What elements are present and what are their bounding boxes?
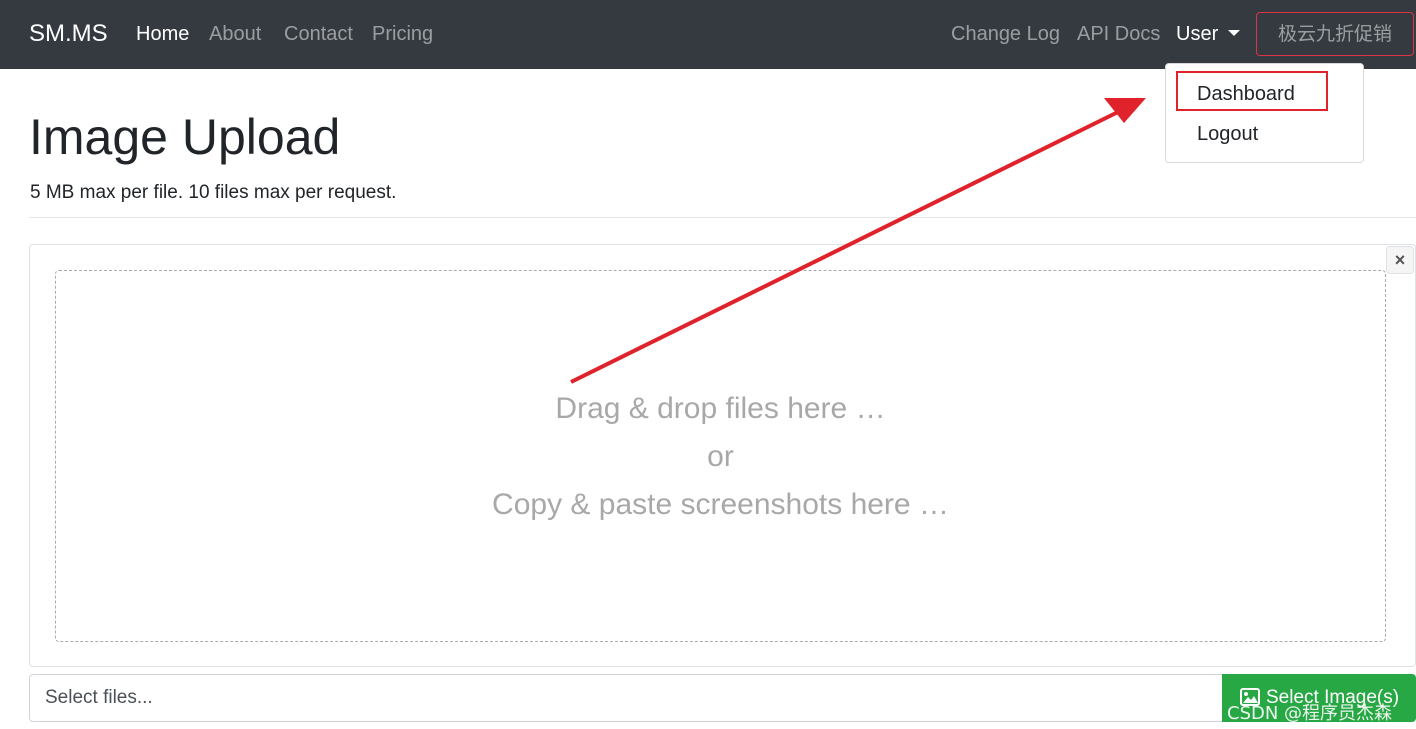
page-title: Image Upload [29, 109, 341, 165]
dropzone-line-paste: Copy & paste screenshots here … [492, 488, 949, 521]
user-menu-label: User [1176, 23, 1219, 45]
top-navbar: SM.MS Home About Contact Pricing Change … [0, 0, 1416, 69]
nav-api-docs[interactable]: API Docs [1077, 23, 1160, 46]
page-subtitle: 5 MB max per file. 10 files max per requ… [30, 182, 397, 203]
divider [29, 217, 1416, 218]
nav-change-log[interactable]: Change Log [951, 23, 1060, 46]
dropzone-line-or: or [707, 440, 734, 473]
caret-down-icon [1228, 30, 1241, 36]
nav-home[interactable]: Home [136, 23, 189, 46]
dropzone-line-drag: Drag & drop files here … [555, 392, 886, 425]
nav-pricing[interactable]: Pricing [372, 23, 433, 46]
file-select-input[interactable]: Select files... [29, 674, 1223, 722]
dashboard-highlight-box [1176, 71, 1328, 111]
close-icon[interactable]: × [1386, 246, 1414, 274]
nav-about[interactable]: About [209, 23, 261, 46]
promo-button[interactable]: 极云九折促销 [1256, 12, 1414, 56]
watermark-text: CSDN @程序员杰森 [1227, 703, 1393, 724]
brand-logo[interactable]: SM.MS [29, 20, 108, 48]
user-menu-toggle[interactable]: User [1176, 23, 1241, 46]
dropdown-item-logout[interactable]: Logout [1197, 123, 1258, 146]
nav-contact[interactable]: Contact [284, 23, 353, 46]
